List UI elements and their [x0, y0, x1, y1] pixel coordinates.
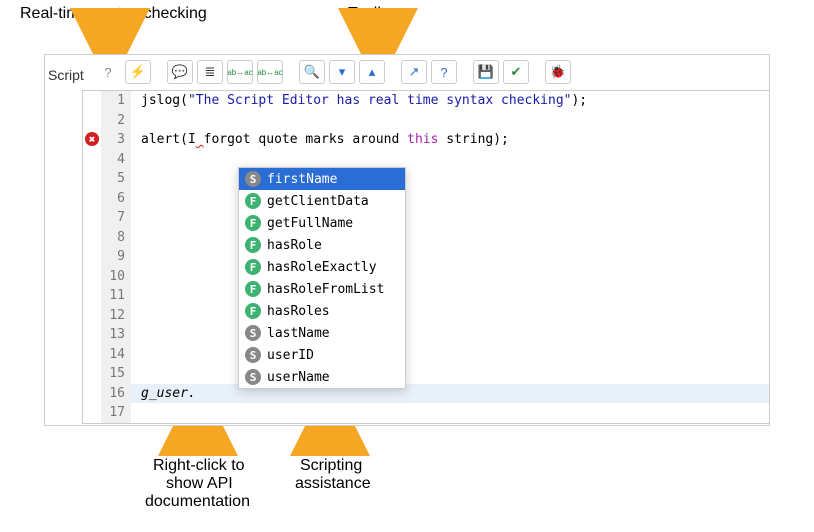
- autocomplete-popup[interactable]: SfirstNameFgetClientDataFgetFullNameFhas…: [238, 167, 406, 389]
- function-badge-icon: F: [245, 193, 261, 209]
- callout-api-doc-3: documentation: [145, 492, 250, 511]
- string-badge-icon: S: [245, 369, 261, 385]
- line-numbers: 1234 5678 9101112 13141516 17: [101, 91, 131, 423]
- string-badge-icon: S: [245, 325, 261, 341]
- callout-syntax-check: Real-time syntax checking: [20, 4, 207, 23]
- format-button[interactable]: ≣: [197, 60, 223, 84]
- script-label: Script: [48, 67, 84, 83]
- autocomplete-item[interactable]: FhasRoles: [239, 300, 405, 322]
- autocomplete-item[interactable]: SuserName: [239, 366, 405, 388]
- function-badge-icon: F: [245, 237, 261, 253]
- code-line-3[interactable]: alert(I forgot quote marks around this s…: [131, 130, 769, 150]
- code-line-1[interactable]: jslog("The Script Editor has real time s…: [131, 91, 769, 111]
- callout-script-assist-2: assistance: [295, 474, 371, 493]
- search-button[interactable]: 🔍: [299, 60, 325, 84]
- autocomplete-item[interactable]: FgetClientData: [239, 190, 405, 212]
- autocomplete-label: hasRoles: [267, 304, 330, 319]
- callout-toolbar: Toolbar: [348, 4, 400, 23]
- autocomplete-item[interactable]: FhasRoleExactly: [239, 256, 405, 278]
- code-editor[interactable]: ✖ 1234 5678 9101112 13141516 17 jslog("T…: [82, 90, 770, 424]
- function-badge-icon: F: [245, 281, 261, 297]
- autocomplete-label: userName: [267, 370, 330, 385]
- debug-button[interactable]: 🐞: [545, 60, 571, 84]
- string-badge-icon: S: [245, 347, 261, 363]
- autocomplete-item[interactable]: SuserID: [239, 344, 405, 366]
- save-button[interactable]: 💾: [473, 60, 499, 84]
- autocomplete-item[interactable]: SfirstName: [239, 168, 405, 190]
- autocomplete-label: getFullName: [267, 216, 353, 231]
- autocomplete-item[interactable]: FhasRole: [239, 234, 405, 256]
- chevron-up-button[interactable]: ▴: [359, 60, 385, 84]
- arrow-down-2: [368, 22, 388, 58]
- lightning-button[interactable]: ⚡: [125, 60, 151, 84]
- replace-button-1[interactable]: ab↔ac: [227, 60, 253, 84]
- string-badge-icon: S: [245, 171, 261, 187]
- comment-button[interactable]: 💬: [167, 60, 193, 84]
- autocomplete-label: firstName: [267, 172, 337, 187]
- autocomplete-label: hasRoleFromList: [267, 282, 384, 297]
- function-badge-icon: F: [245, 303, 261, 319]
- error-icon[interactable]: ✖: [85, 132, 99, 146]
- code-line-2[interactable]: [131, 111, 769, 131]
- chevron-down-button[interactable]: ▾: [329, 60, 355, 84]
- editor-toolbar: ? ⚡ 💬 ≣ ab↔ac ab↔ac 🔍 ▾ ▴ ↗ ? 💾 ✔ 🐞: [95, 60, 571, 84]
- autocomplete-item[interactable]: FhasRoleFromList: [239, 278, 405, 300]
- callout-api-doc-2: show API: [166, 474, 233, 493]
- autocomplete-item[interactable]: SlastName: [239, 322, 405, 344]
- function-badge-icon: F: [245, 259, 261, 275]
- autocomplete-label: lastName: [267, 326, 330, 341]
- arrow-down-1: [100, 22, 120, 58]
- code-line-16[interactable]: g_user.: [131, 384, 769, 404]
- callout-script-assist-1: Scripting: [300, 456, 362, 475]
- code-body[interactable]: jslog("The Script Editor has real time s…: [131, 91, 769, 423]
- callout-api-doc-1: Right-click to: [153, 456, 245, 475]
- autocomplete-item[interactable]: FgetFullName: [239, 212, 405, 234]
- autocomplete-label: getClientData: [267, 194, 369, 209]
- help-button[interactable]: ?: [431, 60, 457, 84]
- replace-button-2[interactable]: ab↔ac: [257, 60, 283, 84]
- popout-button[interactable]: ↗: [401, 60, 427, 84]
- error-gutter: ✖: [83, 91, 101, 423]
- help-icon[interactable]: ?: [95, 60, 121, 84]
- autocomplete-label: hasRole: [267, 238, 322, 253]
- check-button[interactable]: ✔: [503, 60, 529, 84]
- function-badge-icon: F: [245, 215, 261, 231]
- autocomplete-label: hasRoleExactly: [267, 260, 377, 275]
- autocomplete-label: userID: [267, 348, 314, 363]
